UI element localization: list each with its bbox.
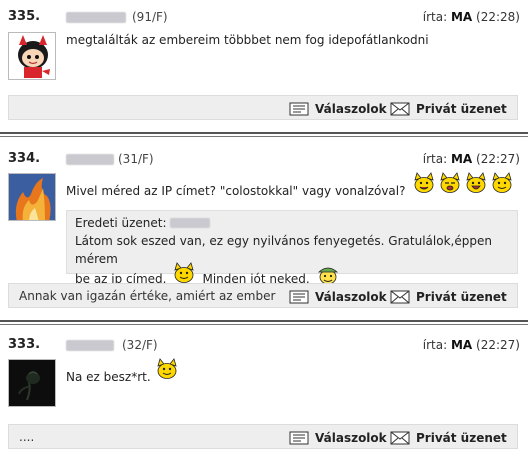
reply-label: Válaszolok	[315, 102, 387, 116]
envelope-icon	[390, 431, 410, 445]
post-number: 335.	[8, 9, 41, 24]
quote-header: Eredeti üzenet:	[75, 214, 509, 232]
quoted-author-blurred	[170, 218, 211, 228]
reply-button[interactable]: Válaszolok	[289, 100, 387, 118]
post-divider	[0, 320, 528, 325]
private-message-button[interactable]: Privát üzenet	[390, 429, 507, 447]
author-name-blurred[interactable]	[66, 154, 114, 165]
reply-label: Válaszolok	[315, 431, 387, 445]
author-meta: (91/F)	[132, 10, 168, 24]
user-signature: Annak van igazán értéke, amiért az ember	[19, 289, 276, 303]
post-message: Mivel méred az IP címet? "colostokkal" v…	[66, 172, 514, 202]
author-name-blurred[interactable]	[66, 340, 114, 351]
post-message-text: Mivel méred az IP címet? "colostokkal" v…	[66, 184, 406, 198]
smiley-dog-icon	[174, 262, 195, 283]
post-timestamp: írta: MA (22:27)	[422, 338, 520, 352]
reply-button[interactable]: Válaszolok	[289, 288, 387, 306]
private-message-button[interactable]: Privát üzenet	[390, 288, 507, 306]
post-message: Na ez besz*rt.	[66, 358, 179, 388]
post-message: megtalálták az embereim több­bet nem fog…	[66, 33, 429, 47]
reply-icon	[289, 290, 309, 304]
post-335: 335. (91/F) írta: MA (22:28) megtalálták…	[0, 0, 528, 128]
user-signature: ....	[19, 430, 35, 444]
post-timestamp: írta: MA (22:27)	[422, 152, 520, 166]
smiley-dog-icon	[491, 172, 512, 193]
author-meta: (32/F)	[122, 338, 158, 352]
private-label: Privát üzenet	[416, 102, 507, 116]
reply-icon	[289, 102, 309, 116]
smiley-dog-icon	[439, 172, 460, 193]
avatar[interactable]	[8, 32, 56, 80]
post-header: 335. (91/F) írta: MA (22:28)	[8, 7, 520, 27]
private-label: Privát üzenet	[416, 431, 507, 445]
private-label: Privát üzenet	[416, 290, 507, 304]
reply-button[interactable]: Válaszolok	[289, 429, 387, 447]
post-number: 333.	[8, 337, 41, 352]
post-header: 333. (32/F) írta: MA (22:27)	[8, 335, 520, 355]
smiley-dog-icon	[413, 172, 434, 193]
post-header: 334. (31/F) írta: MA (22:27)	[8, 149, 520, 169]
reply-icon	[289, 431, 309, 445]
private-message-button[interactable]: Privát üzenet	[390, 100, 507, 118]
post-number: 334.	[8, 151, 41, 166]
post-action-bar: Válaszolok Privát üzenet	[8, 95, 518, 120]
smiley-row	[412, 172, 514, 194]
smiley-dog-icon	[465, 172, 486, 193]
author-meta: (31/F)	[118, 152, 154, 166]
author-name-blurred[interactable]	[66, 12, 126, 23]
quote-title: Eredeti üzenet:	[75, 216, 167, 230]
post-timestamp: írta: MA (22:28)	[422, 10, 520, 24]
avatar[interactable]	[8, 173, 56, 221]
quoted-message: Eredeti üzenet: Látom sok eszed van, ez …	[66, 210, 518, 286]
envelope-icon	[390, 102, 410, 116]
post-action-bar: .... Válaszolok Privát üzenet	[8, 424, 518, 449]
post-divider	[0, 132, 528, 137]
post-333: 333. (32/F) írta: MA (22:27) Na ez besz*…	[0, 332, 528, 452]
reply-label: Válaszolok	[315, 290, 387, 304]
envelope-icon	[390, 290, 410, 304]
quote-line-1: Látom sok eszed van, ez egy nyilvános fe…	[75, 234, 492, 266]
post-action-bar: Annak van igazán értéke, amiért az ember…	[8, 283, 518, 308]
post-334: 334. (31/F) írta: MA (22:27) Mivel méred…	[0, 144, 528, 314]
post-message-text: Na ez besz*rt.	[66, 370, 151, 384]
smiley-dog-icon	[157, 358, 177, 379]
avatar[interactable]	[8, 359, 56, 407]
